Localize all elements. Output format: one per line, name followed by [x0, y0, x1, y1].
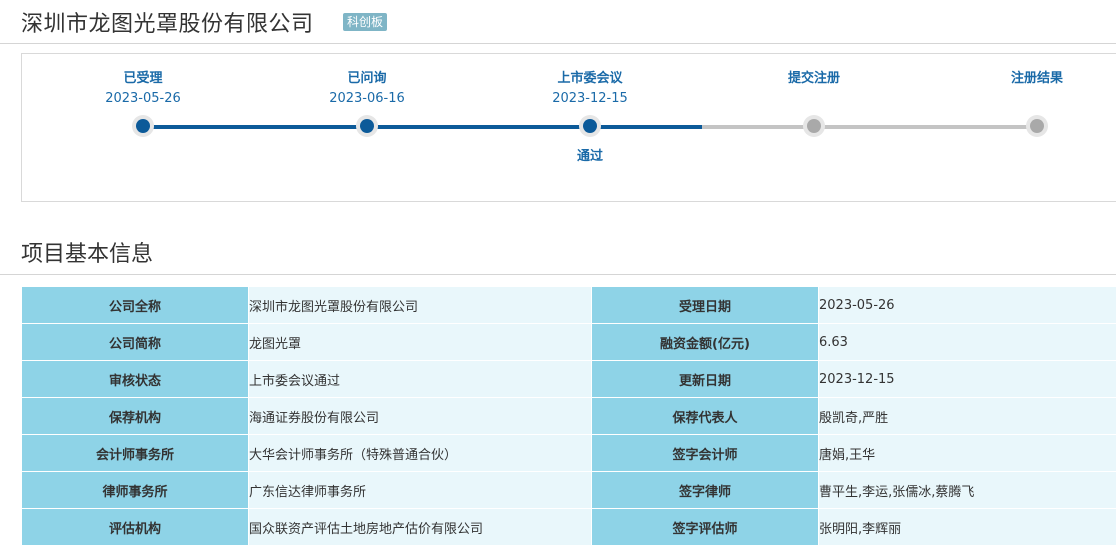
step-label: 上市委会议	[510, 70, 670, 88]
step-date: 2023-05-26	[63, 90, 223, 108]
step-result: 通过	[510, 145, 670, 164]
table-row: 公司简称 龙图光罩 融资金额(亿元) 6.63	[22, 324, 1116, 361]
progress-step-2: 已问询 2023-06-16	[287, 70, 447, 108]
field-label: 签字会计师	[592, 435, 819, 472]
field-label: 公司简称	[22, 324, 249, 361]
section-title: 项目基本信息	[21, 236, 153, 268]
board-badge: 科创板	[343, 13, 387, 31]
step-date: 2023-12-15	[510, 90, 670, 108]
field-value: 殷凯奇,严胜	[819, 398, 1116, 435]
field-label: 评估机构	[22, 509, 249, 546]
field-label: 保荐代表人	[592, 398, 819, 435]
step-label: 提交注册	[734, 70, 894, 88]
field-value: 2023-12-15	[819, 361, 1116, 398]
field-label: 会计师事务所	[22, 435, 249, 472]
field-value: 唐娟,王华	[819, 435, 1116, 472]
table-row: 审核状态 上市委会议通过 更新日期 2023-12-15	[22, 361, 1116, 398]
table-row: 评估机构 国众联资产评估土地房地产估价有限公司 签字评估师 张明阳,李辉丽	[22, 509, 1116, 546]
table-row: 公司全称 深圳市龙图光罩股份有限公司 受理日期 2023-05-26	[22, 287, 1116, 324]
progress-track-completed	[143, 125, 702, 129]
field-value: 上市委会议通过	[249, 361, 592, 398]
field-value: 深圳市龙图光罩股份有限公司	[249, 287, 592, 324]
section-divider	[0, 274, 1116, 275]
step-label: 已受理	[63, 70, 223, 88]
field-label: 律师事务所	[22, 472, 249, 509]
field-value: 广东信达律师事务所	[249, 472, 592, 509]
field-label: 审核状态	[22, 361, 249, 398]
field-value: 2023-05-26	[819, 287, 1116, 324]
field-value: 大华会计师事务所（特殊普通合伙）	[249, 435, 592, 472]
step-marker-4	[807, 119, 821, 133]
field-value: 海通证券股份有限公司	[249, 398, 592, 435]
step-marker-3	[583, 119, 597, 133]
progress-tracker: 已受理 2023-05-26 已问询 2023-06-16 上市委会议 2023…	[21, 53, 1116, 202]
progress-track-pending	[702, 125, 1039, 129]
progress-step-5: 注册结果	[957, 70, 1116, 88]
progress-step-4: 提交注册	[734, 70, 894, 88]
field-value: 国众联资产评估土地房地产估价有限公司	[249, 509, 592, 546]
table-row: 保荐机构 海通证券股份有限公司 保荐代表人 殷凯奇,严胜	[22, 398, 1116, 435]
company-title: 深圳市龙图光罩股份有限公司	[21, 6, 314, 38]
field-label: 保荐机构	[22, 398, 249, 435]
field-label: 签字评估师	[592, 509, 819, 546]
field-value: 曹平生,李运,张儒冰,蔡腾飞	[819, 472, 1116, 509]
field-label: 融资金额(亿元)	[592, 324, 819, 361]
field-label: 公司全称	[22, 287, 249, 324]
step-label: 注册结果	[957, 70, 1116, 88]
field-value: 6.63	[819, 324, 1116, 361]
page-header: 深圳市龙图光罩股份有限公司 科创板	[0, 0, 1116, 44]
step-marker-2	[360, 119, 374, 133]
step-marker-1	[136, 119, 150, 133]
progress-step-1: 已受理 2023-05-26	[63, 70, 223, 108]
progress-step-3: 上市委会议 2023-12-15	[510, 70, 670, 108]
step-date: 2023-06-16	[287, 90, 447, 108]
field-label: 签字律师	[592, 472, 819, 509]
step-marker-5	[1030, 119, 1044, 133]
field-value: 张明阳,李辉丽	[819, 509, 1116, 546]
table-row: 律师事务所 广东信达律师事务所 签字律师 曹平生,李运,张儒冰,蔡腾飞	[22, 472, 1116, 509]
table-row: 会计师事务所 大华会计师事务所（特殊普通合伙） 签字会计师 唐娟,王华	[22, 435, 1116, 472]
project-info-table: 公司全称 深圳市龙图光罩股份有限公司 受理日期 2023-05-26 公司简称 …	[21, 286, 1116, 546]
step-label: 已问询	[287, 70, 447, 88]
field-value: 龙图光罩	[249, 324, 592, 361]
field-label: 受理日期	[592, 287, 819, 324]
field-label: 更新日期	[592, 361, 819, 398]
